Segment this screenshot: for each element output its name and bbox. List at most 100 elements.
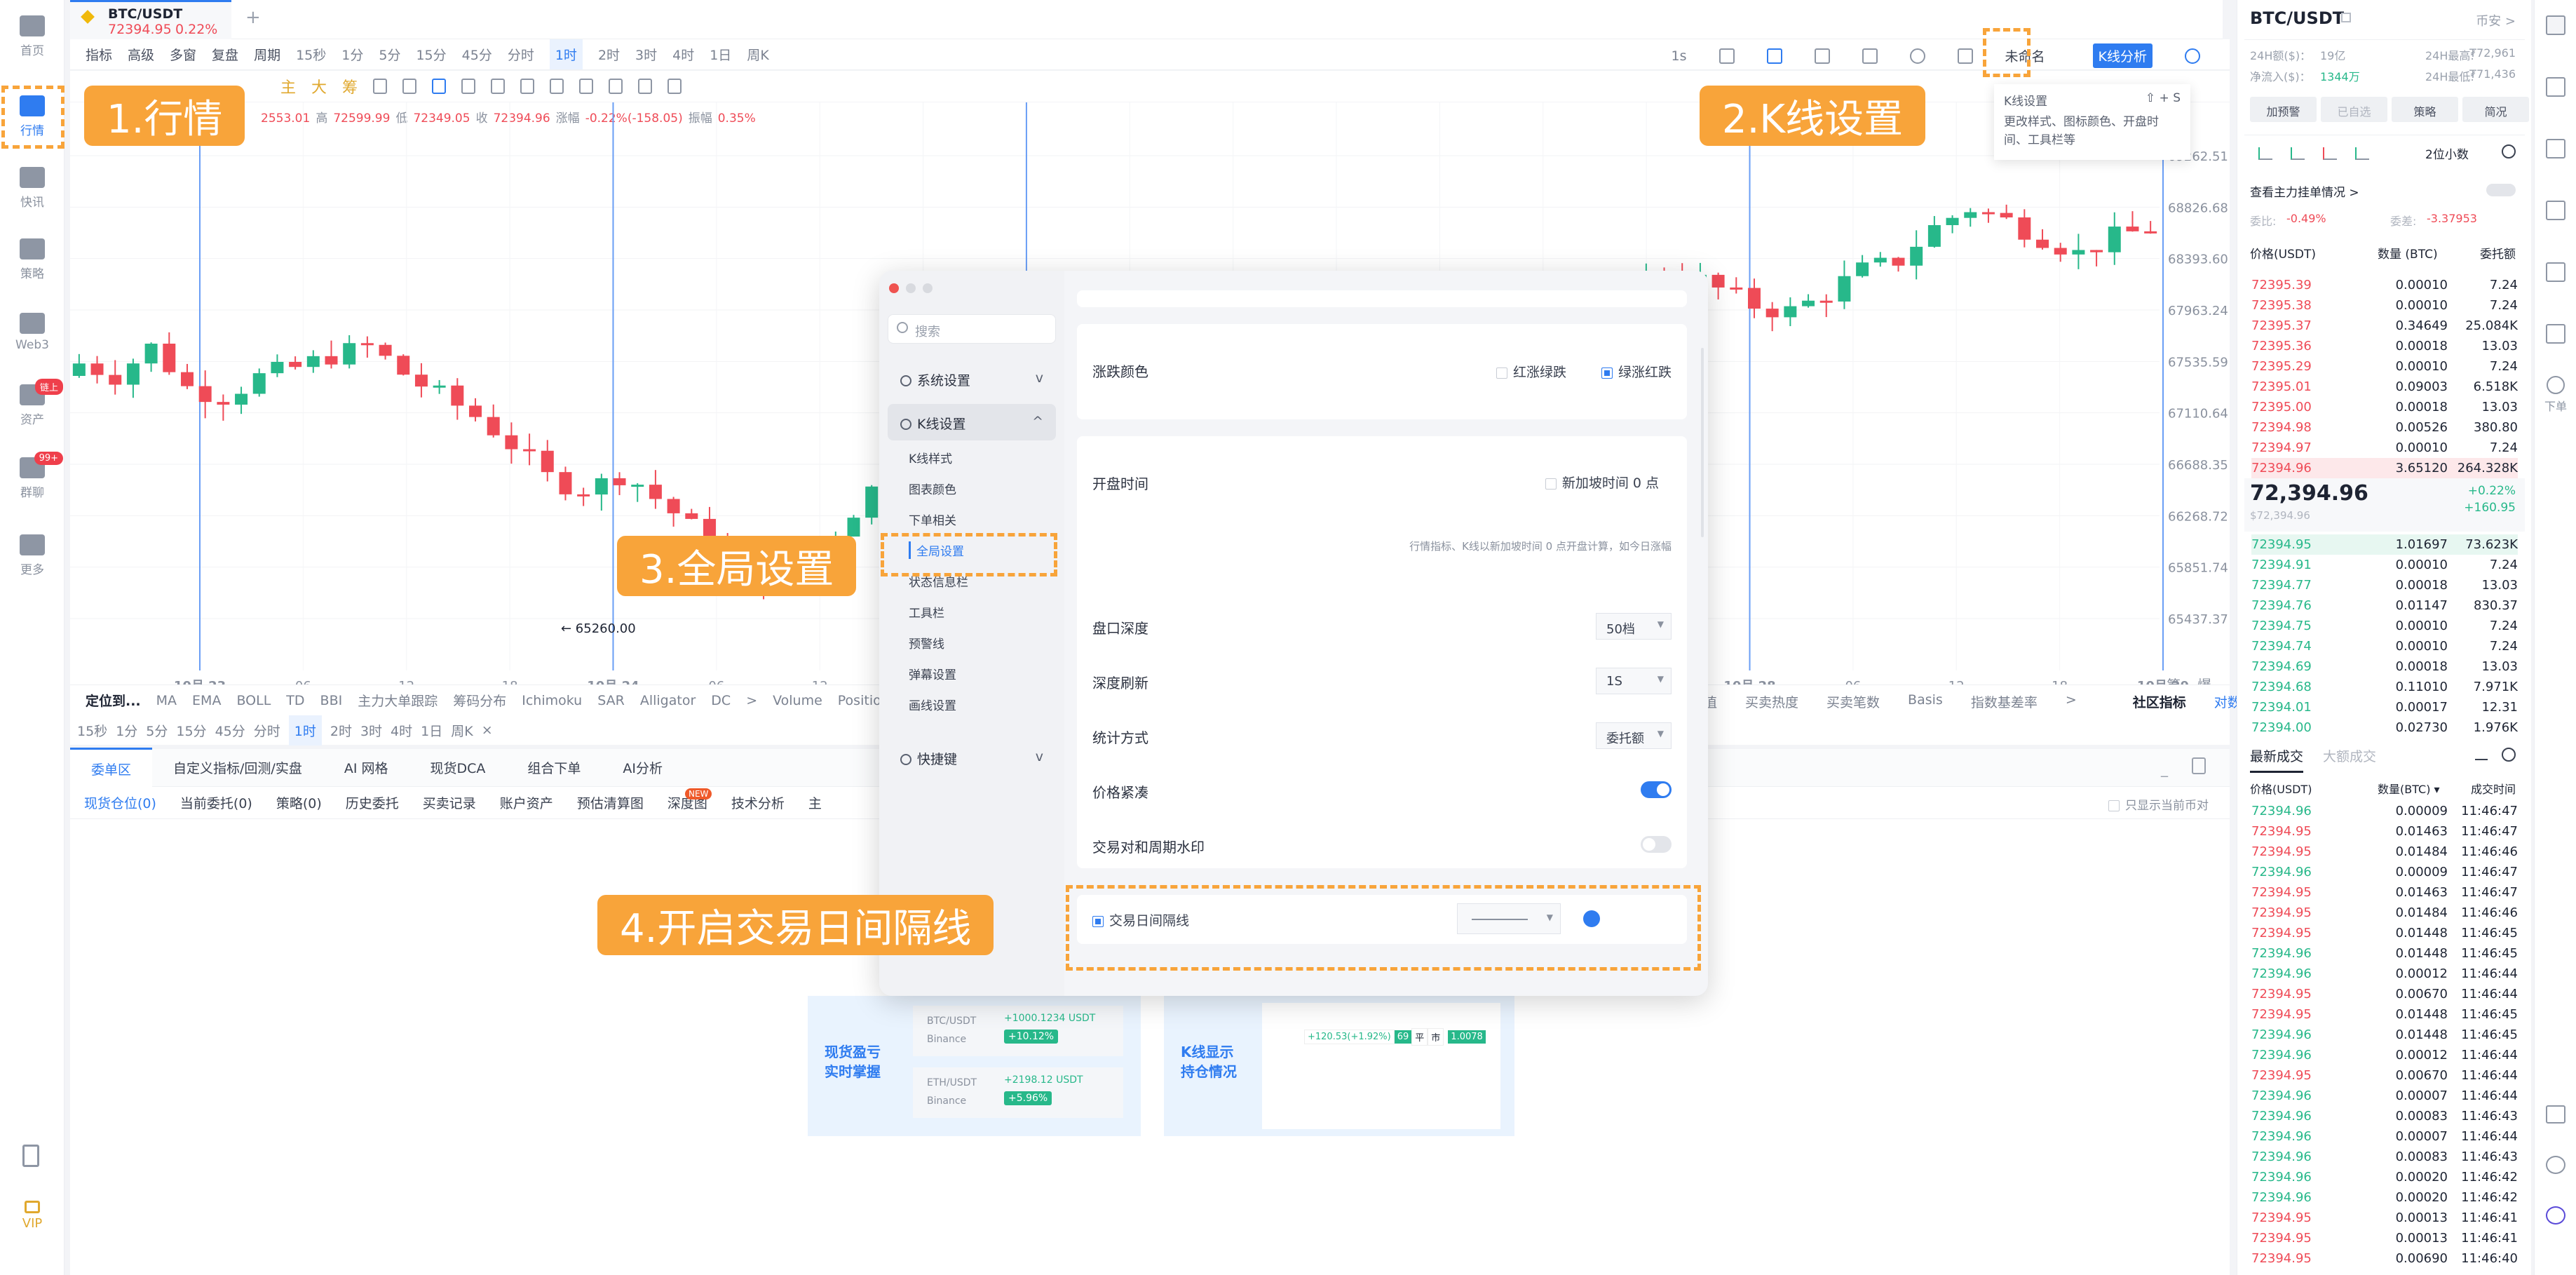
vip-button[interactable]: VIP	[0, 1201, 65, 1231]
decimals-dropdown[interactable]: 2位小数	[2425, 144, 2469, 162]
axis-extra-label[interactable]: 爆	[2197, 677, 2211, 684]
nav-item-7[interactable]: 更多	[0, 534, 65, 577]
camera-icon[interactable]	[1719, 48, 1735, 64]
expand-icon[interactable]	[2192, 757, 2206, 774]
trade-row[interactable]: 72394.96 0.00007 11:46:44	[2251, 1086, 2518, 1106]
dollar-icon[interactable]	[2546, 139, 2565, 158]
promo-pnl[interactable]: 现货盈亏 实时掌握 BTC/USDT Binance +1000.1234 USDT +1…	[808, 996, 1141, 1136]
trade-row[interactable]: 72394.95 0.01463 11:46:47	[2251, 821, 2518, 842]
trade-row[interactable]: 72394.95 0.01448 11:46:45	[2251, 1004, 2518, 1025]
main-orders-link[interactable]: 查看主力挂单情况 >	[2250, 182, 2359, 200]
period2-10[interactable]: 1日	[421, 721, 442, 740]
settings-menu-0[interactable]: 系统设置 v	[888, 360, 1056, 397]
bid-row[interactable]: 72394.77 0.00018 13.03	[2251, 575, 2518, 595]
sync-icon[interactable]	[373, 79, 388, 94]
trade-row[interactable]: 72394.96 0.00083 11:46:43	[2251, 1147, 2518, 1167]
bid-row[interactable]: 72394.68 0.11010 7.971K	[2251, 677, 2518, 697]
settings-submenu-0[interactable]: K线样式	[909, 449, 952, 466]
settings-submenu-2[interactable]: 下单相关	[909, 511, 956, 528]
bottom-subtab-9[interactable]: 主	[808, 793, 822, 812]
share-icon[interactable]	[2185, 48, 2200, 64]
period2-6[interactable]: 1时	[288, 715, 322, 746]
bid-row[interactable]: 72394.69 0.00018 13.03	[2251, 656, 2518, 677]
trade-sort-icon[interactable]	[2475, 749, 2488, 760]
layout-icon[interactable]	[2546, 1105, 2565, 1124]
fullscreen-icon[interactable]	[1957, 48, 1973, 64]
bid-row[interactable]: 72394.76 0.01147 830.37	[2251, 595, 2518, 616]
nav-item-6[interactable]: 群聊 99+	[0, 452, 65, 500]
close-period-bar[interactable]: ×	[482, 722, 493, 738]
ask-row[interactable]: 72395.39 0.00010 7.24	[2251, 275, 2518, 295]
trade-row[interactable]: 72394.96 0.00009 11:46:47	[2251, 801, 2518, 821]
etf-icon[interactable]	[2546, 324, 2565, 344]
indicator-sub-right-2[interactable]: 买卖笔数	[1826, 692, 1880, 711]
bid-row[interactable]: 72394.75 0.00010 7.24	[2251, 616, 2518, 636]
bottom-subtab-3[interactable]: 历史委托	[346, 793, 399, 812]
color-option-0[interactable]: 红涨绿跌	[1496, 362, 1566, 381]
trade-row[interactable]: 72394.95 0.00670 11:46:44	[2251, 1065, 2518, 1086]
stat-select[interactable]: 委托额 ▼	[1596, 722, 1672, 749]
trade-row[interactable]: 72394.95 0.01484 11:46:46	[2251, 842, 2518, 862]
bid-row[interactable]: 72394.91 0.00010 7.24	[2251, 555, 2518, 575]
toolbar-btn-1[interactable]: 高级	[128, 45, 154, 64]
bottom-tab-0[interactable]: 委单区	[70, 747, 153, 788]
bottom-subtab-1[interactable]: 当前委托(0)	[180, 793, 252, 812]
indicator-main-2[interactable]: BOLL	[236, 693, 271, 708]
settings-submenu-5[interactable]: 工具栏	[909, 603, 944, 621]
indicator-main-3[interactable]: TD	[286, 693, 304, 708]
toolbar-btn-2[interactable]: 多窗	[170, 45, 196, 64]
doc-icon[interactable]	[2546, 77, 2565, 97]
filter-icon[interactable]	[638, 79, 653, 94]
ask-row[interactable]: 72395.00 0.00018 13.03	[2251, 397, 2518, 417]
bookmark-icon[interactable]	[432, 79, 447, 94]
trade-tab-1[interactable]: 大额成交	[2323, 746, 2376, 765]
period-4[interactable]: 45分	[462, 45, 492, 64]
ask-row[interactable]: 72395.36 0.00018 13.03	[2251, 336, 2518, 356]
book-settings-icon[interactable]	[2502, 144, 2516, 158]
exchange-link[interactable]: 币安 >	[2476, 11, 2516, 29]
trade-row[interactable]: 72394.95 0.00013 11:46:41	[2251, 1228, 2518, 1248]
main-orders-toggle[interactable]	[2486, 184, 2516, 196]
period-11[interactable]: 周K	[747, 45, 768, 64]
period-9[interactable]: 4时	[672, 45, 694, 64]
nav-item-0[interactable]: 首页	[0, 15, 65, 58]
panel-button-0[interactable]: 加预警	[2250, 97, 2317, 122]
settings-submenu-7[interactable]: 弹幕设置	[909, 665, 956, 682]
interval-label[interactable]: 1s	[1672, 48, 1687, 64]
trade-tab-0[interactable]: 最新成交	[2250, 746, 2304, 773]
period-1[interactable]: 1分	[341, 45, 363, 64]
period-6[interactable]: 1时	[549, 39, 583, 69]
trade-row[interactable]: 72394.95 0.01484 11:46:46	[2251, 903, 2518, 923]
magnet-icon[interactable]	[609, 79, 623, 94]
period2-8[interactable]: 3时	[360, 721, 382, 740]
checkbox[interactable]	[1545, 478, 1557, 490]
indicator-main-9[interactable]: Alligator	[640, 693, 696, 708]
bottom-subtab-2[interactable]: 策略(0)	[276, 793, 322, 812]
chip-0[interactable]: 主	[280, 75, 296, 97]
indicator-main-1[interactable]: EMA	[192, 693, 221, 708]
indicator-sub-right-5[interactable]: >	[2066, 692, 2077, 711]
trade-row[interactable]: 72394.95 0.00670 11:46:44	[2251, 984, 2518, 1004]
open-time-option-0[interactable]: 新加坡时间 0 点	[1545, 473, 1659, 492]
bottom-tab-1[interactable]: 自定义指标/回测/实盘	[152, 748, 323, 787]
bid-row[interactable]: 72394.95 1.01697 73.623K	[2251, 534, 2518, 555]
indicator-main-4[interactable]: BBI	[320, 693, 343, 708]
ask-row[interactable]: 72395.37 0.34649 25.084K	[2251, 316, 2518, 336]
locate-button[interactable]: 定位到...	[86, 691, 141, 710]
minimize-window-button[interactable]	[906, 283, 916, 293]
bottom-tab-2[interactable]: AI 网格	[323, 748, 409, 787]
ask-row[interactable]: 72394.97 0.00010 7.24	[2251, 438, 2518, 458]
indicator-main-6[interactable]: 筹码分布	[453, 691, 506, 710]
ask-row[interactable]: 72395.38 0.00010 7.24	[2251, 295, 2518, 316]
settings-submenu-8[interactable]: 画线设置	[909, 696, 956, 713]
trade-row[interactable]: 72394.96 0.01448 11:46:45	[2251, 1025, 2518, 1045]
trade-row[interactable]: 72394.96 0.00012 11:46:44	[2251, 1045, 2518, 1065]
indicator-sub-right-4[interactable]: 指数基差率	[1971, 692, 2038, 711]
depth-select[interactable]: 50档 ▼	[1596, 613, 1672, 640]
checkbox[interactable]	[1496, 367, 1507, 379]
trade-row[interactable]: 72394.95 0.00013 11:46:41	[2251, 1208, 2518, 1228]
note-icon[interactable]	[579, 79, 594, 94]
refresh-select[interactable]: 1S ▼	[1596, 668, 1672, 694]
panel-button-2[interactable]: 策略	[2392, 97, 2458, 122]
community-indicators[interactable]: 社区指标	[2133, 692, 2186, 711]
